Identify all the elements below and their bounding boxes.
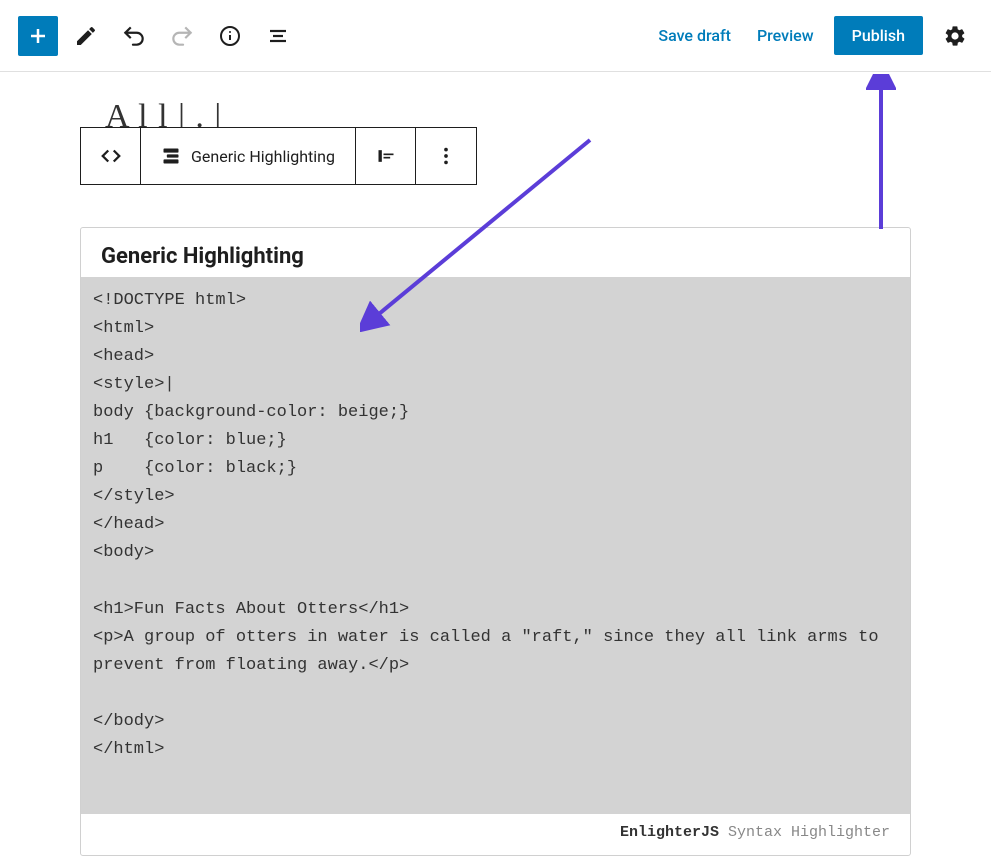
code-angle-icon [100, 145, 122, 167]
block-type-button[interactable] [81, 128, 141, 184]
block-align-button[interactable] [356, 128, 416, 184]
pencil-icon [74, 24, 98, 48]
code-footer-text: Syntax Highlighter [719, 824, 890, 841]
code-footer-brand: EnlighterJS [620, 824, 719, 841]
undo-icon [121, 23, 147, 49]
outline-button[interactable] [258, 16, 298, 56]
preview-button[interactable]: Preview [751, 18, 820, 53]
toolbar-right-group: Save draft Preview Publish [652, 16, 973, 55]
align-icon [376, 146, 396, 166]
plus-icon [26, 24, 50, 48]
top-toolbar: Save draft Preview Publish [0, 0, 991, 72]
code-block[interactable]: Generic Highlighting <!DOCTYPE html> <ht… [80, 227, 911, 856]
redo-icon [169, 23, 195, 49]
code-block-title: Generic Highlighting [81, 244, 910, 277]
save-draft-button[interactable]: Save draft [652, 18, 737, 53]
info-icon [218, 24, 242, 48]
gear-icon [943, 24, 967, 48]
code-block-icon [161, 146, 181, 166]
settings-button[interactable] [937, 18, 973, 54]
code-block-content[interactable]: <!DOCTYPE html> <html> <head> <style>| b… [81, 277, 910, 814]
add-block-button[interactable] [18, 16, 58, 56]
publish-button[interactable]: Publish [834, 16, 923, 55]
more-vertical-icon [435, 145, 457, 167]
block-language-label: Generic Highlighting [191, 147, 335, 166]
code-block-footer: EnlighterJS Syntax Highlighter [81, 814, 910, 841]
block-language-selector[interactable]: Generic Highlighting [141, 128, 356, 184]
list-icon [266, 24, 290, 48]
undo-button[interactable] [114, 16, 154, 56]
block-more-options-button[interactable] [416, 128, 476, 184]
toolbar-left-group [18, 16, 298, 56]
editor-canvas: A l l | . | Generic Highlighting Generic… [0, 72, 991, 856]
redo-button[interactable] [162, 16, 202, 56]
block-toolbar: Generic Highlighting [80, 127, 477, 185]
info-button[interactable] [210, 16, 250, 56]
edit-mode-button[interactable] [66, 16, 106, 56]
